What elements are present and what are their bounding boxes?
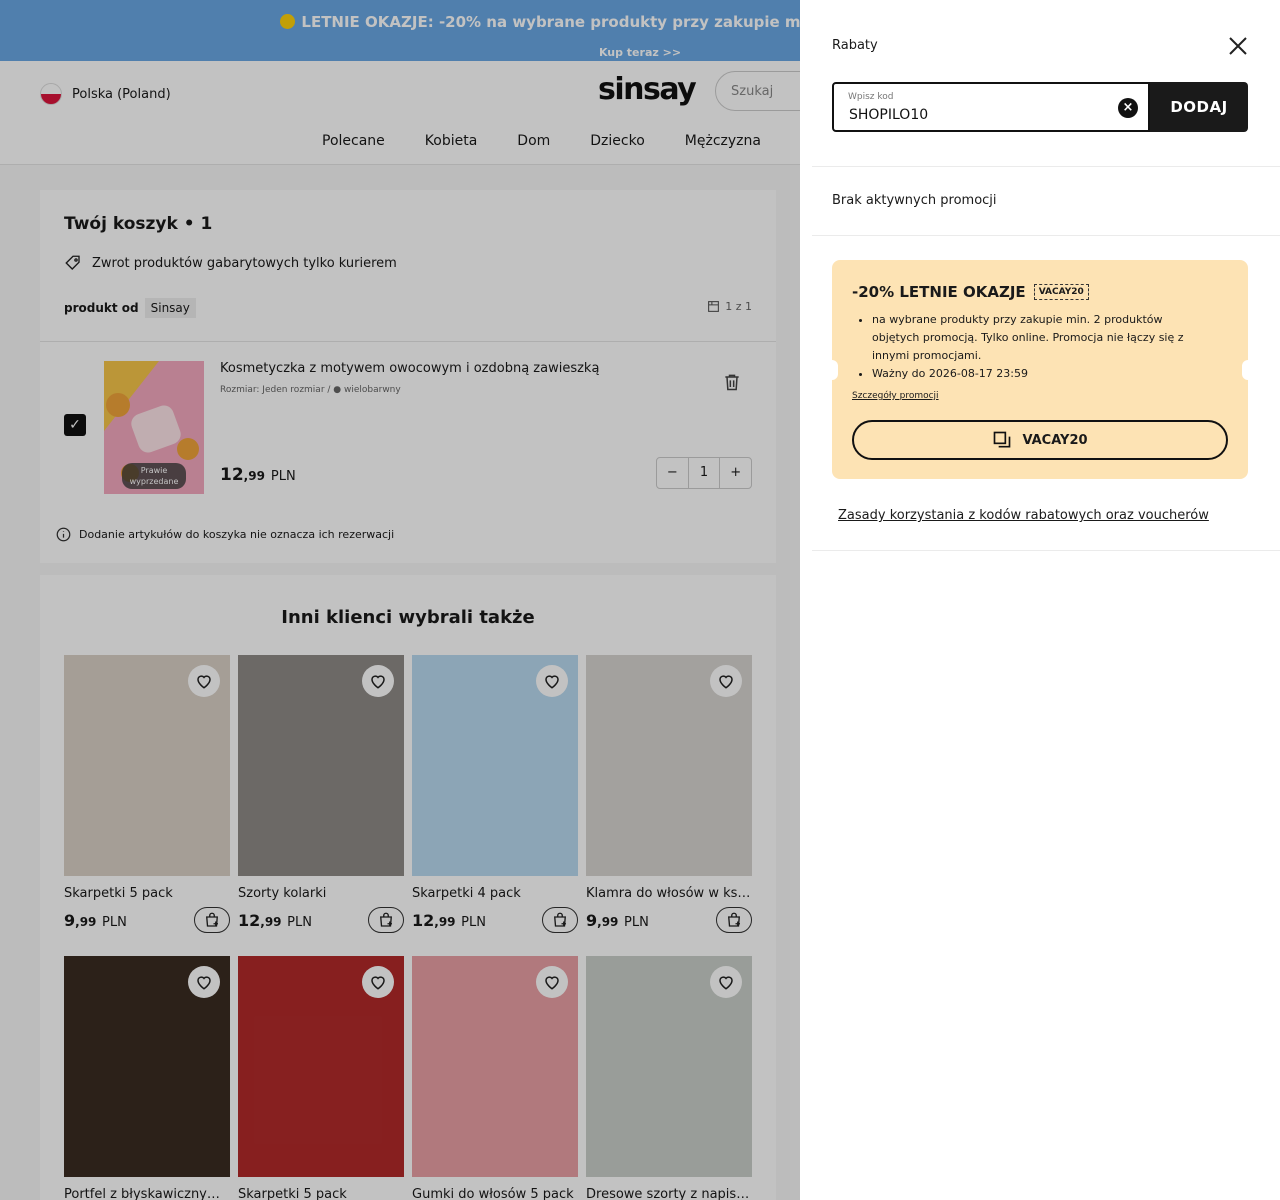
discount-code-input[interactable] (849, 105, 1109, 125)
close-icon[interactable] (1228, 36, 1248, 56)
voucher-title: -20% LETNIE OKAZJE VACAY20 (852, 283, 1089, 301)
discount-drawer: Rabaty Wpisz kod × DODAJ Brak aktywnych … (800, 0, 1280, 1200)
no-promotions-text: Brak aktywnych promocji (832, 193, 997, 208)
divider (812, 166, 1280, 167)
modal-overlay[interactable] (0, 0, 800, 1200)
add-code-button[interactable]: DODAJ (1150, 82, 1248, 132)
drawer-title: Rabaty (832, 38, 878, 53)
clear-input-icon[interactable]: × (1118, 98, 1138, 118)
discount-code-field[interactable]: Wpisz kod × (832, 82, 1150, 132)
promo-details-link[interactable]: Szczegóły promocji (852, 391, 939, 401)
divider (812, 550, 1280, 551)
voucher-card: -20% LETNIE OKAZJE VACAY20 na wybrane pr… (826, 260, 1254, 479)
copy-icon (994, 431, 1011, 448)
code-field-label: Wpisz kod (848, 92, 894, 102)
copy-code-button[interactable]: VACAY20 (852, 420, 1228, 460)
voucher-notch (826, 360, 838, 380)
divider (812, 235, 1280, 236)
voucher-notch (1242, 360, 1254, 380)
voucher-conditions: na wybrane produkty przy zakupie min. 2 … (872, 311, 1212, 383)
voucher-code-tag: VACAY20 (1033, 284, 1089, 300)
voucher-rules-link[interactable]: Zasady korzystania z kodów rabatowych or… (838, 508, 1209, 523)
